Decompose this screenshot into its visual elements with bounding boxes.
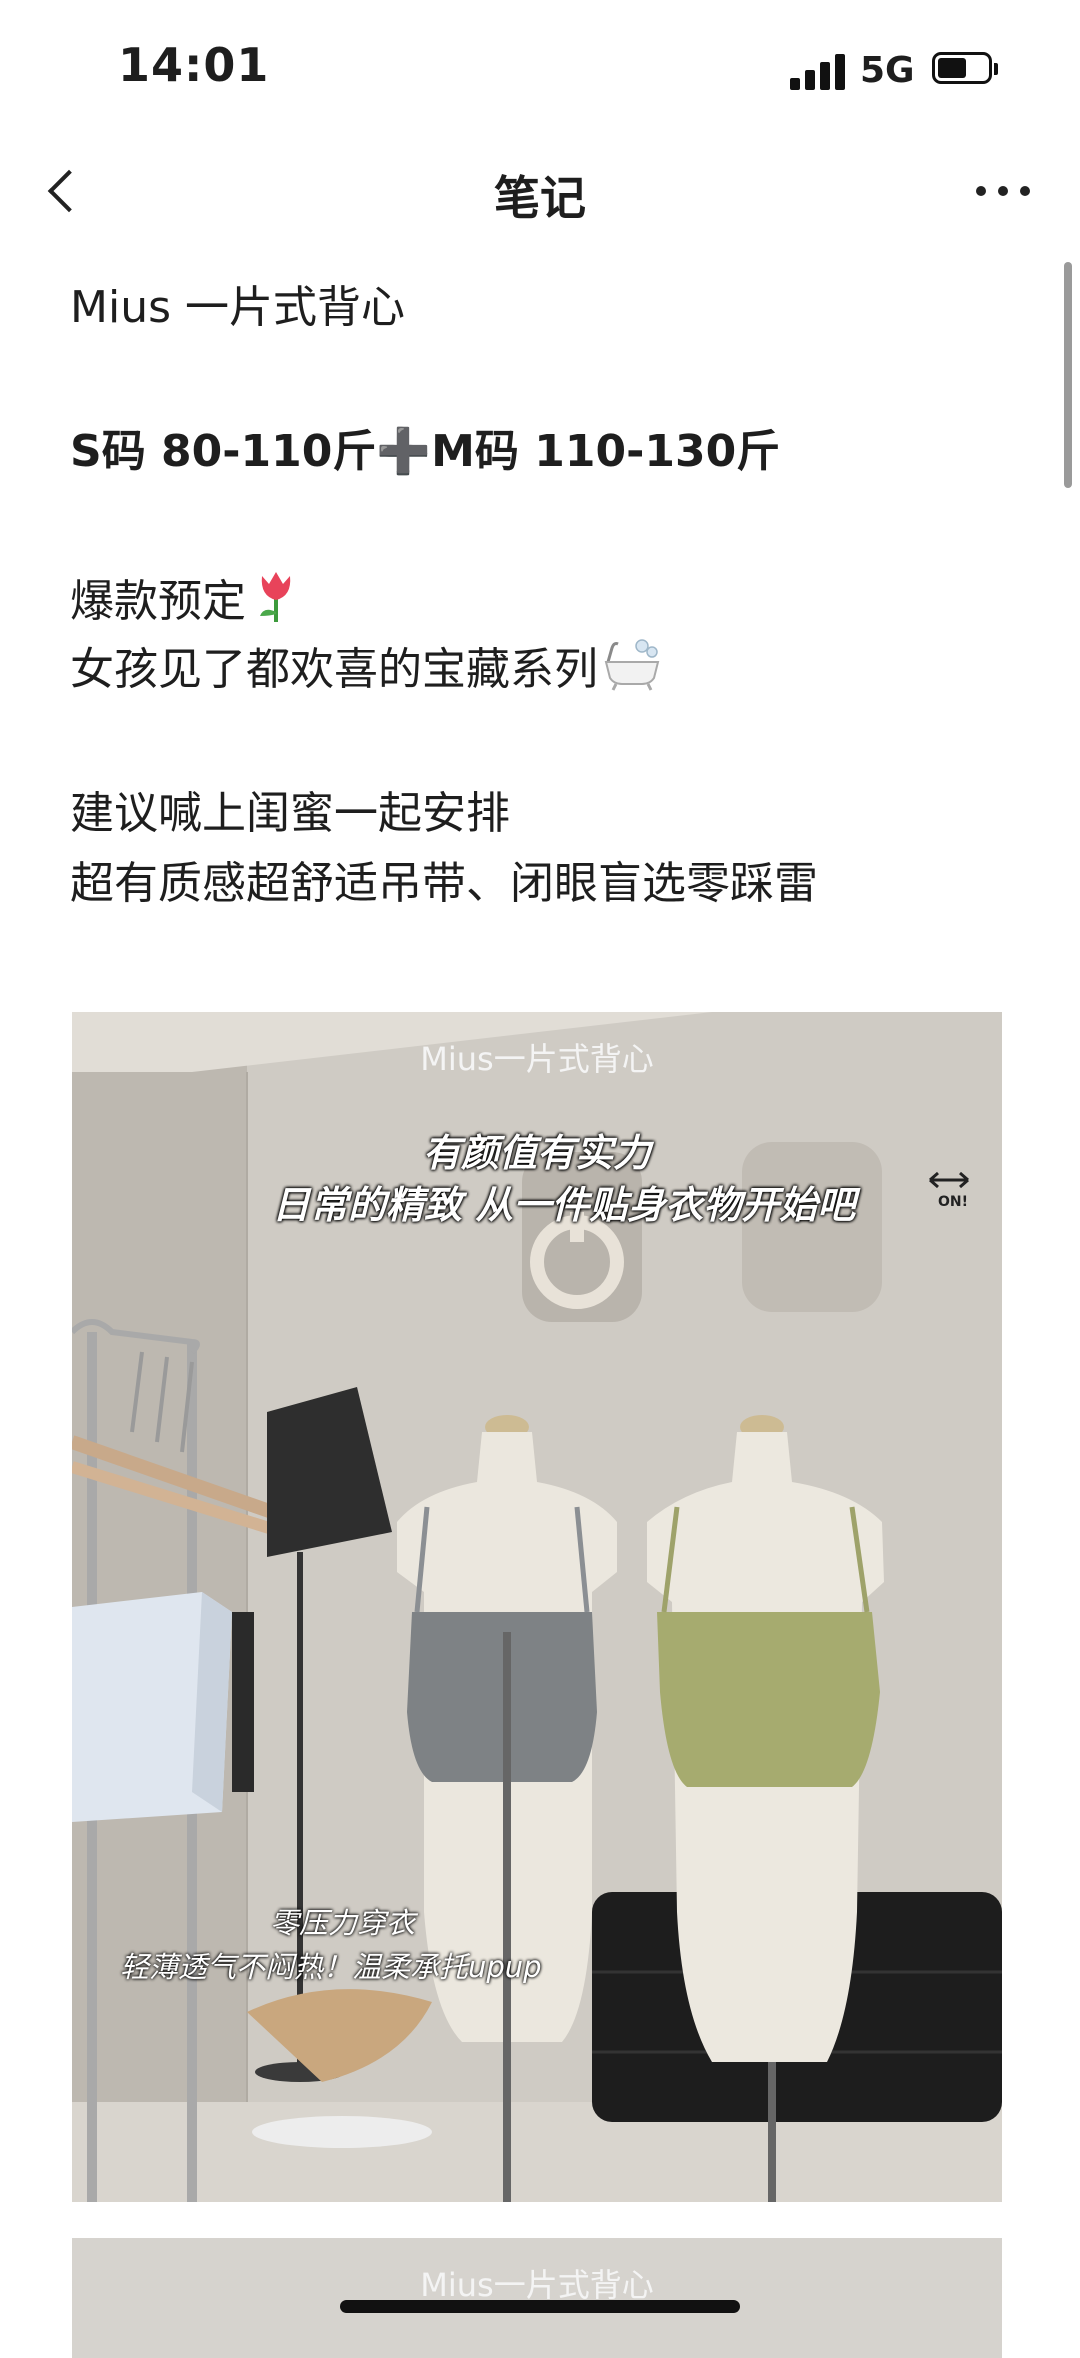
scrollbar[interactable] (1064, 262, 1072, 488)
tulip-icon (250, 568, 302, 640)
status-bar: 14:01 5G (0, 0, 1080, 140)
page-title: 笔记 (494, 171, 586, 225)
note-line: 爆款预定 (70, 568, 302, 640)
photo-overlay-title: 有颜值有实力 (422, 1131, 651, 1175)
note-line-text: 爆款预定 (70, 576, 246, 627)
photo-overlay-subtitle: 日常的精致 从一件贴身衣物开始吧 (272, 1183, 856, 1227)
photo-overlay-small-1: 零压力穿衣 (270, 1906, 416, 1940)
note-line-text: 女孩见了都欢喜的宝藏系列 (70, 644, 598, 695)
note-line: 超有质感超舒适吊带、闭眼盲选零踩雷 (70, 858, 818, 909)
note-photo[interactable]: Mius一片式背心 有颜值有实力 日常的精致 从一件贴身衣物开始吧 ON! 零压… (72, 1012, 1002, 2202)
note-photo-2[interactable]: Mius一片式背心 (72, 2238, 1002, 2358)
bathtub-icon (602, 636, 662, 708)
more-icon[interactable] (970, 170, 1040, 210)
photo-overlay-small-2: 轻薄透气不闷热！温柔承托upup (120, 1950, 542, 1984)
note-size-line: S码 80-110斤➕M码 110-130斤 (70, 426, 781, 477)
battery-icon (932, 52, 998, 88)
nav-bar: 笔记 (0, 140, 1080, 240)
on-label: ON! (938, 1194, 969, 1210)
photo-caption: Mius一片式背心 (420, 1040, 654, 1078)
network-label: 5G (860, 50, 915, 91)
note-line: 建议喊上闺蜜一起安排 (70, 788, 510, 839)
signal-icon (790, 52, 846, 90)
note-title: Mius 一片式背心 (70, 282, 405, 333)
status-time: 14:01 (118, 38, 270, 92)
home-indicator[interactable] (340, 2300, 740, 2313)
note-line: 女孩见了都欢喜的宝藏系列 (70, 636, 662, 708)
